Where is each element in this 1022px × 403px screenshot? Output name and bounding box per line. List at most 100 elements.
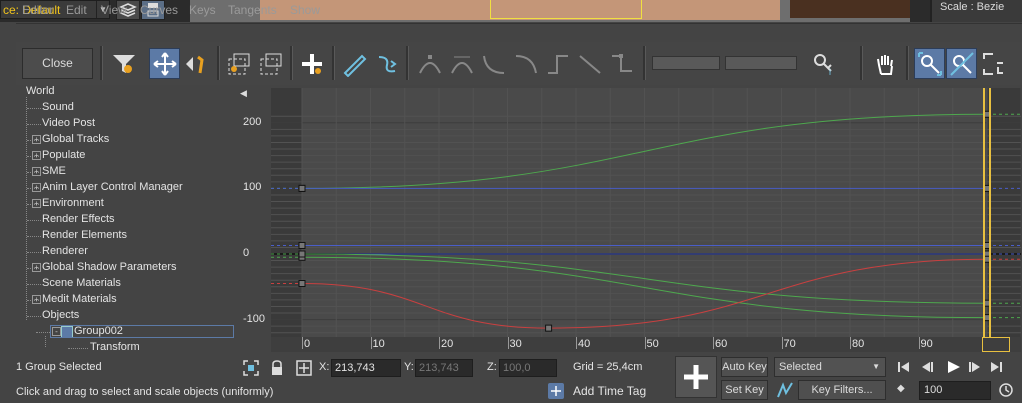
key-set-dropdown[interactable]: Selected ▼: [774, 357, 886, 377]
tree-selection-highlight: [50, 325, 234, 338]
menu-edit[interactable]: Edit: [66, 3, 87, 17]
menu-view[interactable]: View: [101, 3, 127, 17]
play-icon[interactable]: [948, 361, 960, 373]
menu-curves[interactable]: Curves: [140, 3, 178, 17]
collapse-arrow-icon[interactable]: ◀: [240, 88, 252, 100]
tree-item[interactable]: + Environment: [0, 197, 230, 213]
tree-item[interactable]: + Anim Layer Control Manager: [0, 181, 230, 197]
key-set-value: Selected: [779, 361, 822, 373]
scale-values-icon[interactable]: [255, 48, 286, 79]
tangent-auto-icon[interactable]: [414, 48, 445, 79]
tree-item-label: Global Shadow Parameters: [42, 261, 177, 273]
tree-item[interactable]: Render Elements: [0, 229, 230, 245]
scale-dropdown[interactable]: ce: Default ▼: [0, 0, 110, 19]
tree-item-label: Objects: [42, 309, 80, 321]
set-keys-icon[interactable]: [675, 356, 717, 398]
go-to-end-icon[interactable]: [991, 362, 1002, 372]
x-tick-mark: [850, 337, 851, 349]
close-button[interactable]: Close: [22, 48, 93, 79]
y-coordinate-field[interactable]: 213,743: [415, 359, 473, 377]
expand-icon[interactable]: +: [32, 135, 41, 144]
tree-item[interactable]: Scene Materials: [0, 277, 230, 293]
absolute-mode-icon[interactable]: [296, 360, 312, 376]
filter-icon[interactable]: [108, 48, 139, 79]
add-time-tag[interactable]: Add Time Tag: [547, 381, 687, 401]
x-tick-mark: [439, 337, 440, 349]
tangent-custom-icon[interactable]: [446, 48, 477, 79]
lock-tangents-icon[interactable]: [978, 48, 1009, 79]
z-coordinate-field[interactable]: 100,0: [499, 359, 557, 377]
tree-item[interactable]: Renderer: [0, 245, 230, 261]
tree-connector: [27, 108, 41, 109]
key-time-field[interactable]: [725, 56, 797, 70]
set-key-button[interactable]: Set Key: [721, 380, 768, 400]
key-point[interactable]: [545, 324, 553, 332]
add-keys-icon[interactable]: [296, 48, 327, 79]
expand-icon[interactable]: +: [32, 151, 41, 160]
tree-item-label: Medit Materials: [42, 293, 117, 305]
move-keys-icon[interactable]: [149, 48, 180, 79]
expand-icon[interactable]: +: [32, 263, 41, 272]
menu-show[interactable]: Show: [290, 3, 320, 17]
tangent-smooth-icon[interactable]: [606, 48, 637, 79]
tree-item[interactable]: Render Effects: [0, 213, 230, 229]
add-time-tag-label: Add Time Tag: [573, 384, 647, 398]
tree-item[interactable]: Objects: [0, 309, 230, 325]
tree-item[interactable]: + Global Tracks: [0, 133, 230, 149]
current-frame-field[interactable]: 100: [919, 381, 991, 400]
menu-keys[interactable]: Keys: [189, 3, 216, 17]
time-config-icon[interactable]: [998, 382, 1014, 398]
tree-item-label: Environment: [42, 197, 104, 209]
expand-icon[interactable]: +: [32, 183, 41, 192]
key-mode-icon[interactable]: [776, 381, 794, 399]
tree-connector: [27, 220, 41, 221]
tangent-slow-icon[interactable]: [510, 48, 541, 79]
next-frame-icon[interactable]: [969, 362, 980, 372]
tangent-fast-icon[interactable]: [478, 48, 509, 79]
selection-mode-icon[interactable]: [243, 360, 259, 376]
tangent-linear-icon[interactable]: [574, 48, 605, 79]
x-coordinate-field[interactable]: 213,743: [331, 359, 401, 377]
tree-item[interactable]: + Populate: [0, 149, 230, 165]
tree-item[interactable]: + Global Shadow Parameters: [0, 261, 230, 277]
expand-icon[interactable]: +: [32, 167, 41, 176]
x-tick-label: 30: [509, 338, 522, 350]
expand-icon[interactable]: +: [32, 295, 41, 304]
tangent-step-icon[interactable]: [542, 48, 573, 79]
x-tick-mark: [507, 337, 509, 349]
go-to-start-icon[interactable]: [898, 362, 909, 372]
tree-item[interactable]: Video Post: [0, 117, 230, 133]
key-stats-icon[interactable]: i: [808, 48, 839, 79]
pan-icon[interactable]: [870, 48, 901, 79]
key-point[interactable]: [298, 184, 306, 192]
scale-keys-icon[interactable]: [223, 48, 254, 79]
tree-item[interactable]: + SME: [0, 165, 230, 181]
show-keyable-icon[interactable]: [946, 48, 977, 79]
expand-icon[interactable]: +: [32, 199, 41, 208]
curve-plot[interactable]: [271, 88, 1021, 337]
tree-connector: [68, 348, 88, 349]
draw-curves-icon[interactable]: [339, 48, 370, 79]
lock-icon[interactable]: [270, 360, 284, 376]
current-frame-marker[interactable]: [982, 337, 1010, 352]
tree-item[interactable]: World: [0, 85, 230, 101]
reduce-keys-icon[interactable]: [370, 48, 401, 79]
auto-key-button[interactable]: Auto Key: [721, 357, 768, 377]
key-point[interactable]: [298, 241, 306, 249]
tree-item[interactable]: Sound: [0, 101, 230, 117]
tree-connector: [27, 284, 41, 285]
tree-item[interactable]: + Medit Materials: [0, 293, 230, 309]
key-point[interactable]: [298, 250, 306, 258]
slide-keys-icon[interactable]: [181, 48, 212, 79]
key-value-field[interactable]: [652, 56, 720, 70]
menu-tangents[interactable]: Tangents: [228, 3, 277, 17]
zoom-selected-icon[interactable]: [914, 48, 945, 79]
previous-frame-icon[interactable]: [922, 362, 933, 372]
key-filters-button[interactable]: Key Filters...: [798, 380, 886, 400]
menu-editor[interactable]: Editor: [22, 3, 53, 17]
tree-item-label: Render Elements: [42, 229, 127, 241]
tree-connector: [27, 124, 41, 125]
frame-nav-icon[interactable]: ◆: [897, 383, 911, 397]
key-point[interactable]: [298, 280, 306, 288]
tree-connector: [27, 316, 41, 317]
